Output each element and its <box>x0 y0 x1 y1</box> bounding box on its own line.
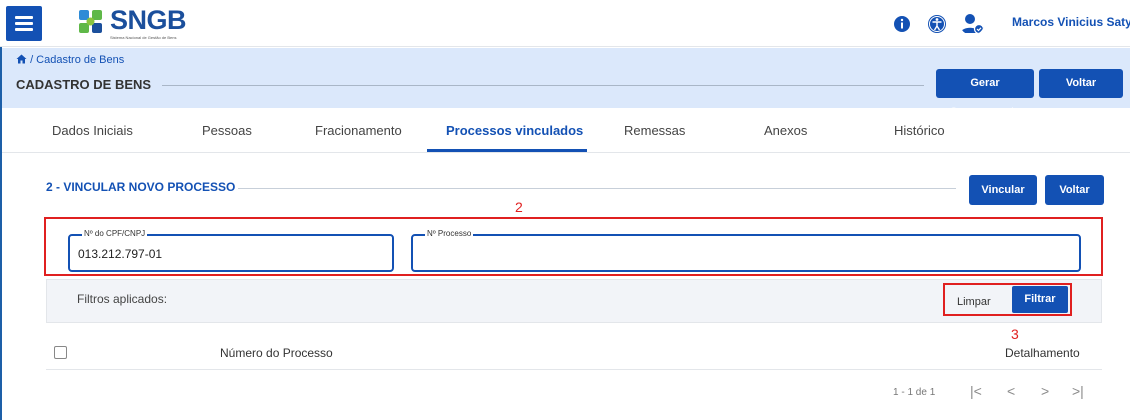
gerar-comprovante-button[interactable]: Gerar Comprovante <box>936 69 1034 118</box>
active-tab-indicator <box>427 149 587 152</box>
section-divider <box>238 188 956 189</box>
home-icon[interactable] <box>16 54 27 64</box>
pagination-range: 1 - 1 de 1 <box>893 387 936 398</box>
prev-page-button[interactable]: < <box>1007 383 1015 399</box>
table-divider <box>46 369 1102 370</box>
logo[interactable]: SNGB Sistema Nacional de Gestão de Bens <box>78 5 208 42</box>
vincular-button[interactable]: Vincular <box>969 175 1037 205</box>
tab-anexos[interactable]: Anexos <box>764 123 807 138</box>
tab-processos-vinculados[interactable]: Processos vinculados <box>446 123 583 138</box>
processo-input[interactable] <box>421 247 721 261</box>
limpar-button[interactable]: Limpar <box>957 296 991 308</box>
breadcrumb-item[interactable]: / Cadastro de Bens <box>30 54 124 66</box>
user-icon[interactable] <box>960 13 984 35</box>
filtrar-button[interactable]: Filtrar <box>1012 286 1068 313</box>
next-page-button[interactable]: > <box>1041 383 1049 399</box>
top-bar: SNGB Sistema Nacional de Gestão de Bens … <box>0 0 1130 47</box>
cpf-input[interactable] <box>78 247 378 261</box>
page-title: CADASTRO DE BENS <box>16 77 152 92</box>
menu-icon[interactable] <box>6 6 42 41</box>
processo-field[interactable]: Nº Processo <box>411 229 1081 272</box>
filters-label: Filtros aplicados: <box>77 292 168 306</box>
tab-pessoas[interactable]: Pessoas <box>202 123 252 138</box>
tab-bar: Dados Iniciais Pessoas Fracionamento Pro… <box>2 108 1130 153</box>
section-voltar-button[interactable]: Voltar <box>1045 175 1104 205</box>
header-voltar-button[interactable]: Voltar <box>1039 69 1123 98</box>
tab-remessas[interactable]: Remessas <box>624 123 685 138</box>
logo-text: SNGB <box>110 5 187 35</box>
info-icon[interactable] <box>892 14 912 34</box>
tab-historico[interactable]: Histórico <box>894 123 945 138</box>
first-page-button[interactable]: |< <box>970 383 982 399</box>
section-title: 2 - VINCULAR NOVO PROCESSO <box>46 180 236 194</box>
processo-label: Nº Processo <box>425 229 474 238</box>
select-all-checkbox[interactable] <box>54 346 67 359</box>
annotation-number-2: 2 <box>515 199 523 215</box>
user-name[interactable]: Marcos Vinicius Satyro C... <box>1012 15 1130 29</box>
column-detalhamento[interactable]: Detalhamento <box>1005 346 1080 360</box>
tab-dados-iniciais[interactable]: Dados Iniciais <box>52 123 133 138</box>
last-page-button[interactable]: >| <box>1072 383 1084 399</box>
page-header: / Cadastro de Bens CADASTRO DE BENS Gera… <box>2 48 1130 118</box>
annotation-number-3: 3 <box>1011 326 1019 342</box>
divider <box>162 85 924 86</box>
breadcrumb: / Cadastro de Bens <box>16 54 124 66</box>
column-numero-processo[interactable]: Número do Processo <box>220 346 333 360</box>
tab-fracionamento[interactable]: Fracionamento <box>315 123 402 138</box>
cpf-label: Nº do CPF/CNPJ <box>82 229 148 238</box>
cpf-field[interactable]: Nº do CPF/CNPJ <box>68 229 394 272</box>
logo-mark-icon <box>79 10 102 33</box>
accessibility-icon[interactable] <box>927 14 947 34</box>
logo-subtitle: Sistema Nacional de Gestão de Bens <box>110 35 177 40</box>
